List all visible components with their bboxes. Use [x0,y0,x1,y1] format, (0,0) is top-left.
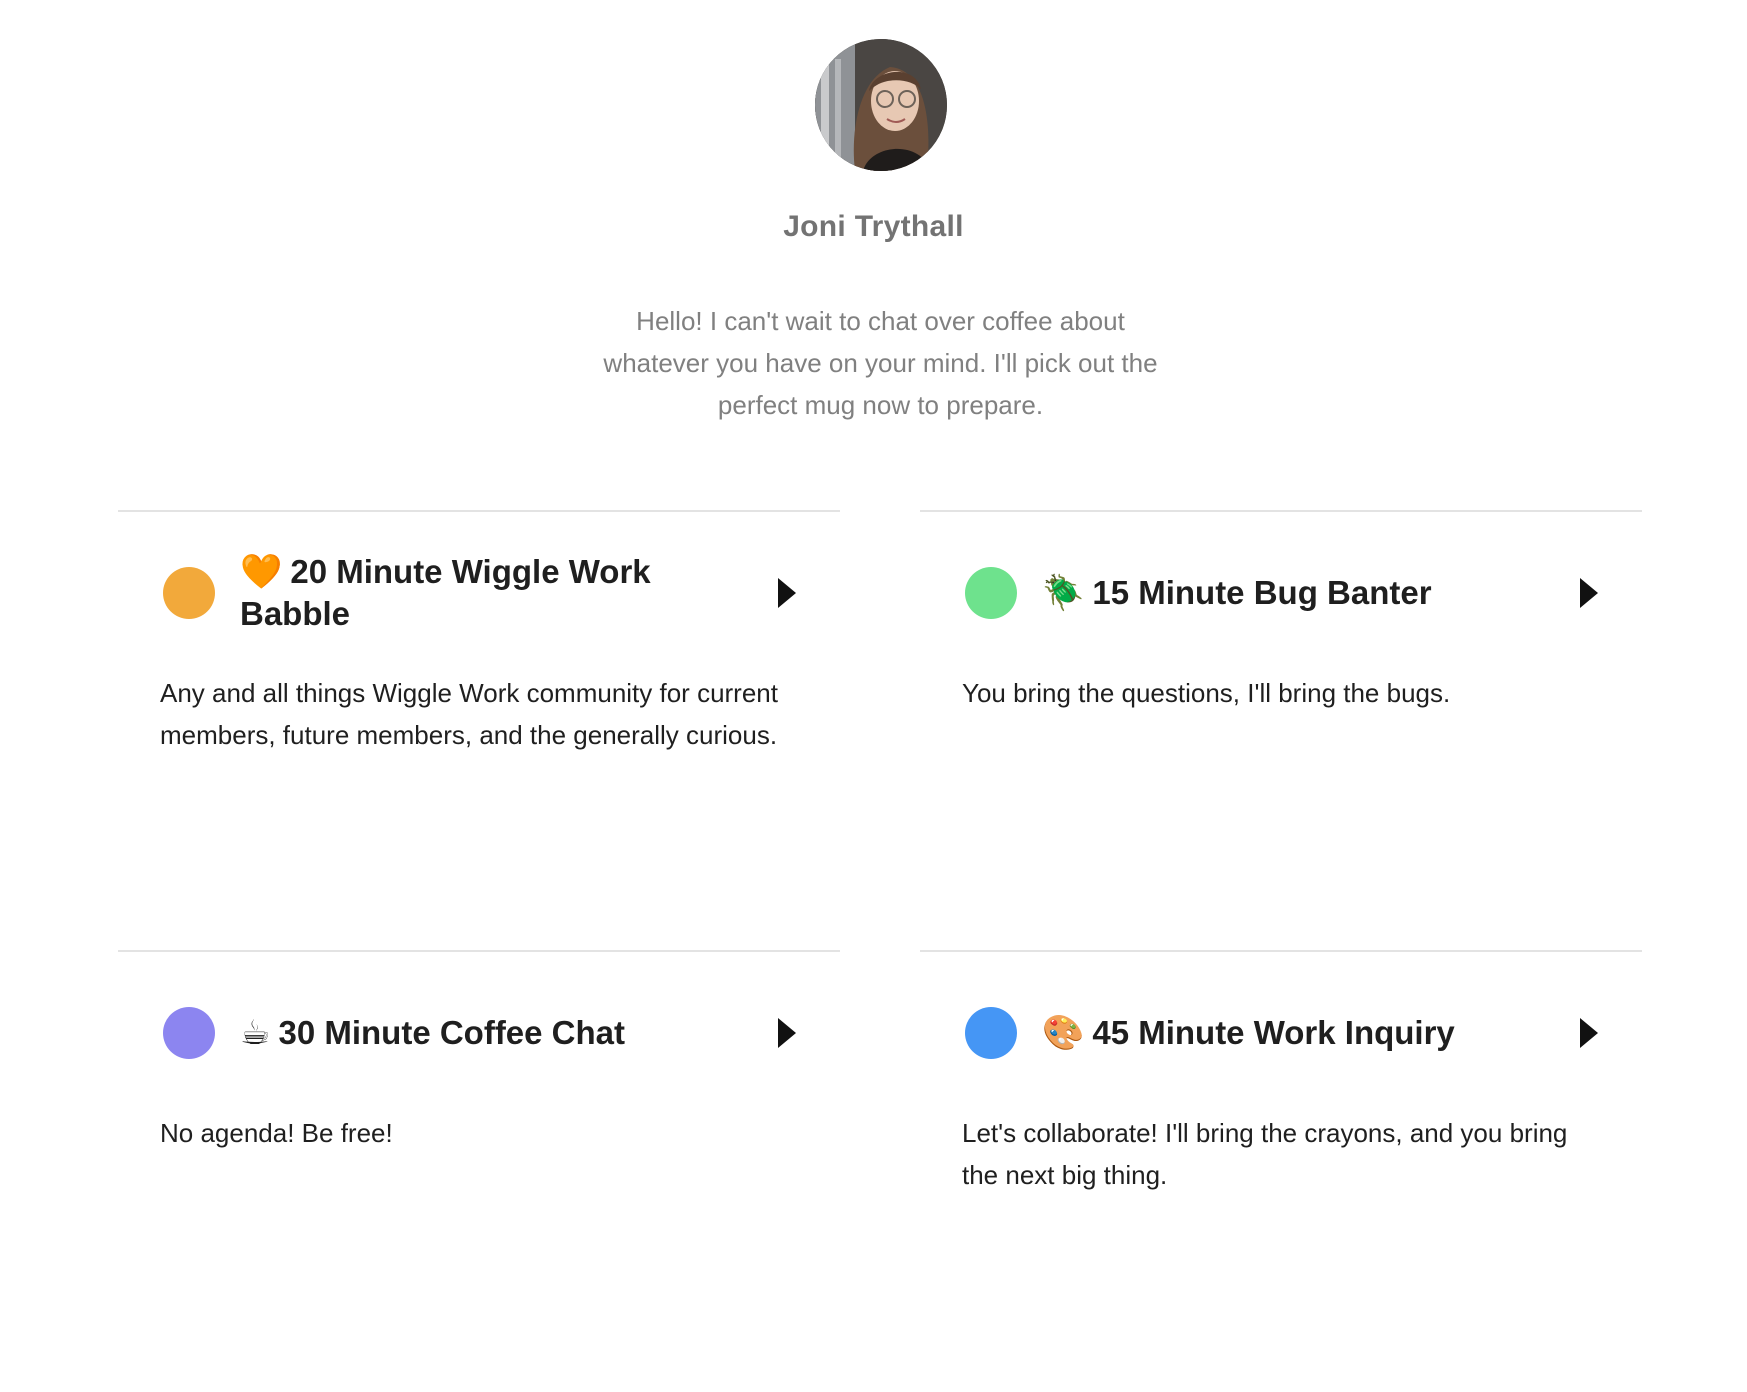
event-color-dot [965,567,1017,619]
event-description: Let's collaborate! I'll bring the crayon… [962,1118,1568,1190]
event-color-dot [965,1007,1017,1059]
event-type-card[interactable]: 🪲 15 Minute Bug Banter You bring the ques… [920,510,1642,952]
event-color-dot [163,1007,215,1059]
event-title[interactable]: ☕ 30 Minute Coffee Chat [240,987,710,1079]
host-name: Joni Trythall [783,210,964,243]
avatar-photo [815,39,947,171]
event-description: Any and all things Wiggle Work community… [160,678,778,750]
event-description: No agenda! Be free! [160,1118,393,1148]
event-title[interactable]: 🪲 15 Minute Bug Banter [1042,547,1512,639]
caret-right-icon[interactable] [778,578,796,608]
caret-right-icon[interactable] [778,1018,796,1048]
event-title[interactable]: 🎨 45 Minute Work Inquiry [1042,987,1512,1079]
caret-right-icon[interactable] [1580,1018,1598,1048]
event-title-text: 20 Minute Wiggle Work Babble [240,553,651,632]
heart-icon: 🧡 [240,552,283,592]
event-title-text: 15 Minute Bug Banter [1092,574,1432,611]
palette-icon: 🎨 [1042,1013,1085,1053]
event-type-card[interactable]: 🎨 45 Minute Work Inquiry Let's collaborat… [920,950,1642,1392]
event-color-dot [163,567,215,619]
beetle-icon: 🪲 [1042,573,1085,613]
welcome-message: Hello! I can't wait to chat over coffee … [603,306,1158,420]
event-type-card[interactable]: 🧡 20 Minute Wiggle Work Babble Any and al… [118,510,840,952]
event-title-text: 45 Minute Work Inquiry [1092,1014,1455,1051]
event-type-card[interactable]: ☕ 30 Minute Coffee Chat No agenda! Be fre… [118,950,840,1392]
caret-right-icon[interactable] [1580,578,1598,608]
avatar [815,39,947,171]
coffee-icon: ☕ [240,1013,271,1053]
event-title[interactable]: 🧡 20 Minute Wiggle Work Babble [240,547,710,639]
event-title-text: 30 Minute Coffee Chat [278,1014,626,1051]
event-description: You bring the questions, I'll bring the … [962,678,1451,708]
